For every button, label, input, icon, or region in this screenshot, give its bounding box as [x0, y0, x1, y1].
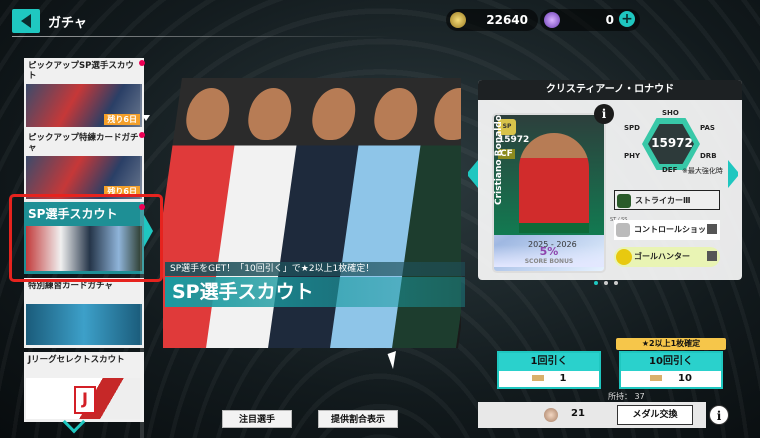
page-dot	[604, 281, 608, 285]
jleague-logo: J	[74, 386, 96, 414]
remaining-days-badge: 残り6日	[104, 114, 140, 125]
player-card[interactable]: SP 15972 CF Cristiano Ronaldo 2025 - 202…	[492, 113, 606, 273]
selection-highlight	[9, 194, 163, 282]
next-card-arrow-icon[interactable]	[728, 160, 742, 188]
gacha-item-image	[26, 304, 142, 345]
stat-spd: SPD	[624, 124, 640, 132]
goal-hunter-icon	[616, 249, 632, 265]
new-dot-icon	[139, 60, 145, 66]
coin-value: 22640	[486, 13, 528, 27]
medal-exchange-button[interactable]: メダル交換	[617, 405, 693, 425]
guarantee-label: ★2以上1枚確定	[616, 338, 726, 350]
stat-phy: PHY	[624, 152, 641, 160]
gacha-item-label: ピックアップSP選手スカウト	[28, 61, 134, 81]
banner-subtitle: SP選手をGET！「10回引く」で★2以上1枚確定！	[165, 262, 465, 276]
page-title: ガチャ	[48, 16, 87, 31]
info-icon[interactable]: i	[709, 405, 729, 425]
striker-icon	[617, 194, 631, 208]
coin-icon	[450, 12, 466, 28]
overall-rating: 15972	[651, 136, 693, 150]
new-dot-icon	[139, 132, 145, 138]
page-dot	[594, 281, 598, 285]
gem-value: 0	[605, 13, 614, 27]
skill-tag-icon	[707, 251, 717, 261]
medal-icon	[544, 408, 558, 422]
gacha-item-jleague-select[interactable]: Jリーグセレクトスカウト J	[24, 352, 144, 422]
back-button[interactable]	[12, 9, 40, 33]
score-bonus-label: SCORE BONUS	[524, 258, 574, 265]
ticket-icon	[650, 375, 663, 381]
score-bonus-value: 5%	[539, 245, 559, 258]
pull-cost: 1	[499, 371, 599, 387]
pull-label: 1回引く	[499, 353, 599, 371]
stat-pas: PAS	[700, 124, 715, 132]
skill-label: コントロールショット	[634, 225, 714, 234]
gem-icon	[544, 12, 560, 28]
previous-card-arrow-icon[interactable]	[464, 160, 478, 188]
skill-label: ストライカーⅢ	[635, 196, 691, 205]
medal-count: 21	[571, 408, 585, 419]
card-vertical-name: Cristiano Ronaldo	[494, 115, 504, 205]
skill-goal-hunter[interactable]: ゴールハンター	[614, 247, 720, 267]
add-gems-plus-icon[interactable]: +	[619, 11, 635, 27]
skill-label: ゴールハンター	[634, 252, 690, 261]
featured-player-name: クリスティアーノ・ロナウド	[478, 80, 742, 100]
coin-counter: 22640	[446, 9, 538, 31]
page-dot	[614, 281, 618, 285]
pull-label: 10回引く	[621, 353, 721, 371]
skill-striker[interactable]: ストライカーⅢ	[614, 190, 720, 210]
card-info-icon[interactable]: i	[594, 104, 614, 124]
card-player-figure	[519, 133, 589, 233]
title-divider	[12, 36, 392, 37]
tickets-owned: 所持： 37	[608, 392, 645, 401]
score-bonus: 5% SCORE BONUS	[494, 245, 604, 267]
gacha-banner	[163, 78, 461, 348]
skill-tag-icon	[707, 224, 717, 234]
gacha-item-pickup-training-card[interactable]: ピックアップ特練カードガチャ 残り6日	[24, 130, 144, 202]
stat-def: DEF	[662, 166, 678, 174]
stat-drb: DRB	[700, 152, 717, 160]
pull-cost: 10	[621, 371, 721, 387]
pull-cost-value: 1	[559, 373, 567, 384]
notable-players-button[interactable]: 注目選手	[222, 410, 292, 428]
banner-title: SP選手スカウト	[165, 277, 465, 307]
drop-rates-button[interactable]: 提供割合表示	[318, 410, 398, 428]
card-pagination	[594, 281, 618, 285]
stat-sho: SHO	[662, 109, 679, 117]
gacha-item-pickup-sp-scout[interactable]: ピックアップSP選手スカウト 残り6日	[24, 58, 144, 130]
skill-control-shot[interactable]: コントロールショット	[614, 220, 720, 240]
pull-cost-value: 10	[678, 373, 692, 384]
ticket-icon	[531, 375, 544, 381]
gacha-item-label: ピックアップ特練カードガチャ	[28, 133, 139, 153]
pull-1-button[interactable]: 1回引く 1	[497, 351, 601, 389]
pull-10-button[interactable]: 10回引く 10	[619, 351, 723, 389]
scroll-indicator-icon	[142, 115, 150, 121]
gacha-item-special-training-card[interactable]: 特別練習カードガチャ	[24, 278, 144, 348]
gacha-item-label: Jリーグセレクトスカウト	[28, 355, 125, 365]
control-shot-icon	[616, 223, 630, 237]
max-level-note: ※最大強化時	[682, 167, 723, 175]
